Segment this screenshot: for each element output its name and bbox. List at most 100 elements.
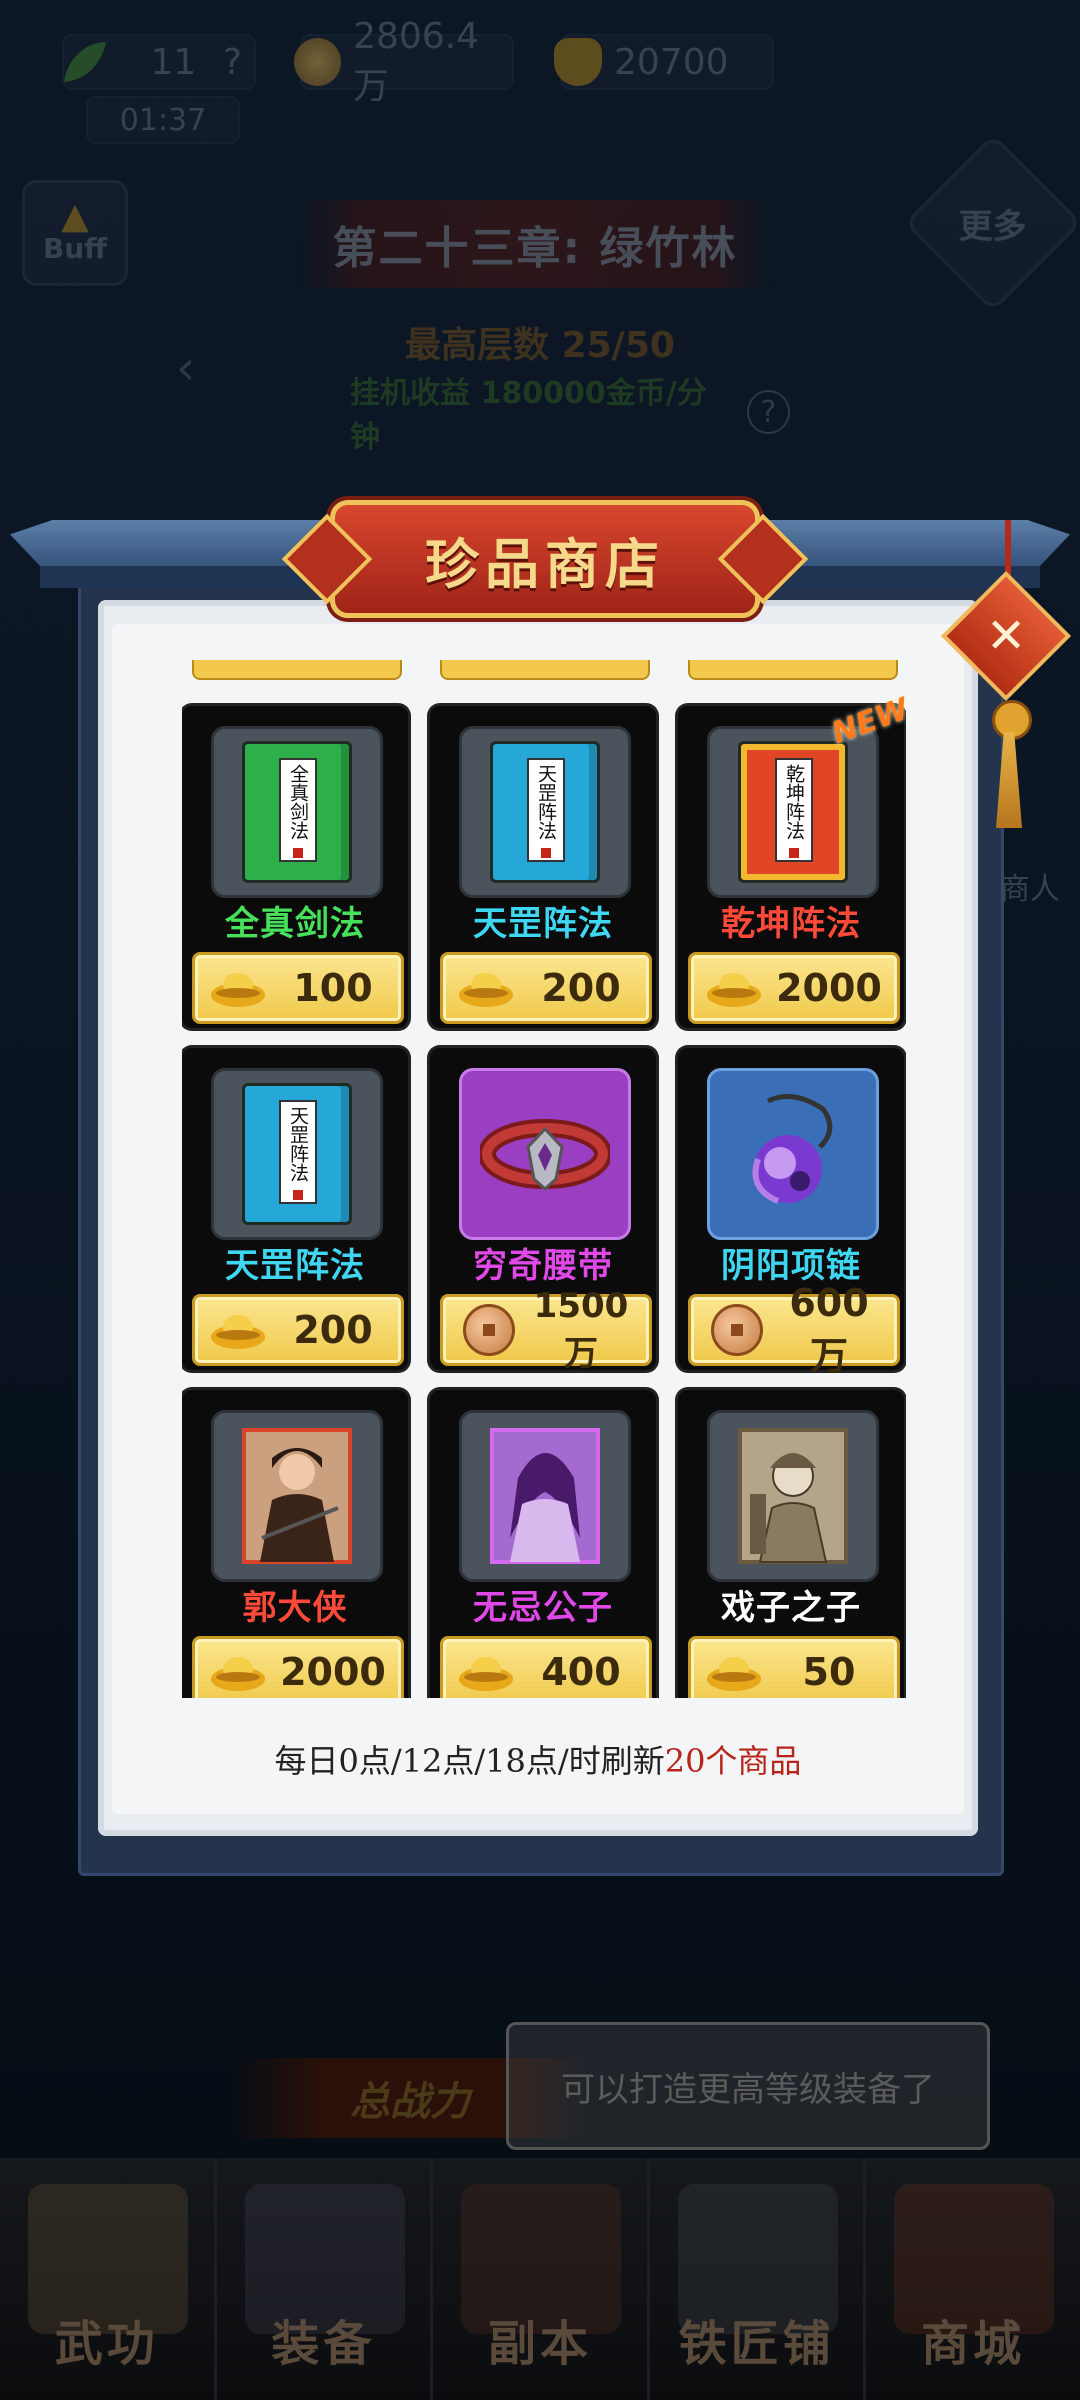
ingot-pill[interactable]: 20700 [554,34,774,90]
shop-item-card[interactable]: 戏子之子 50 [678,1390,904,1698]
buy-button[interactable]: 200 [192,1294,404,1366]
book-title: 天罡阵法 [279,1100,317,1204]
chapter-title: 第二十三章: 绿竹林 [332,223,738,274]
tab-equipment[interactable]: 装备 [216,2158,434,2400]
shop-title-text: 珍品商店 [425,531,665,596]
idle-income-row: 挂机收益 180000金币/分钟 ? [350,368,790,456]
item-icon-frame [459,1068,631,1240]
refresh-note-text: 每日0点/12点/18点/时刷新 [274,1742,665,1780]
buff-label: Buff [43,231,107,265]
prev-row-price-edge [688,660,898,680]
item-price: 2000 [280,1650,386,1694]
arrow-up-icon: ▲ [61,195,89,237]
shop-item-card[interactable]: 阴阳项链 600万 [678,1048,904,1378]
total-power-label: 总战力 [350,2079,470,2125]
prev-row-price-edge [192,660,402,680]
item-name: 郭大侠 [242,1588,348,1628]
ingot-icon [554,38,602,86]
shop-title: 珍品商店 [330,500,760,618]
item-price: 2000 [776,966,882,1010]
shop-item-card[interactable]: 无忌公子 400 [430,1390,656,1698]
ingot-icon [459,1657,513,1691]
tab-shop[interactable]: 商城 [866,2158,1080,2400]
buy-button[interactable]: 100 [192,952,404,1024]
item-price: 50 [802,1650,856,1694]
shop-item-card[interactable]: 郭大侠 2000 [182,1390,408,1698]
item-name: 无忌公子 [473,1588,613,1628]
martial-book-icon: 天罡阵法 [490,741,600,883]
hero-portrait-icon [242,1428,352,1564]
timer-pill: 01:37 [86,96,240,144]
shop-item-card[interactable]: 天罡阵法 天罡阵法 200 [430,706,656,1028]
coin-icon [294,38,342,86]
gold-value: 2806.4万 [353,15,480,107]
buy-button[interactable]: 400 [440,1636,652,1698]
leaf-icon [64,42,106,82]
shop-item-card[interactable]: 全真剑法 全真剑法 100 [182,706,408,1028]
buy-button[interactable]: 2000 [192,1636,404,1698]
necklace-icon [752,1094,833,1204]
close-icon: ✕ [985,608,1027,664]
refresh-note-count: 20个商品 [664,1742,802,1780]
item-name: 全真剑法 [225,904,365,944]
item-name: 天罡阵法 [225,1246,365,1286]
hero-portrait-icon [490,1428,600,1564]
buy-button[interactable]: 2000 [688,952,900,1024]
belt-icon [480,1119,610,1192]
martial-book-icon: 乾坤阵法 [738,741,848,883]
book-seal [293,1190,303,1200]
buy-button[interactable]: 50 [688,1636,900,1698]
shop-item-grid[interactable]: 全真剑法 全真剑法 100 天罡阵法 天罡阵法 200 乾坤阵法 NEW 乾坤阵… [182,660,906,1698]
buy-button[interactable]: 1500万 [440,1286,652,1374]
more-button[interactable]: 更多 [903,133,1080,313]
item-icon-frame: 天罡阵法 [211,1068,383,1240]
item-price: 200 [541,966,621,1010]
tab-dungeon[interactable]: 副本 [433,2158,650,2400]
item-price: 100 [293,966,373,1010]
stamina-timer: 01:37 [119,102,207,138]
prev-row-price-edge [440,660,650,680]
stamina-pill[interactable]: 11 ? [62,34,256,90]
tab-label: 装备 [271,2316,376,2372]
ingot-icon [211,1315,265,1349]
ingot-icon [707,973,761,1007]
shop-item-card[interactable]: 天罡阵法 天罡阵法 200 [182,1048,408,1370]
item-price: 1500万 [533,1285,629,1374]
stamina-value: 11 [150,41,197,83]
shop-item-card[interactable]: 乾坤阵法 NEW 乾坤阵法 2000 [678,692,906,1028]
item-icon-frame: 乾坤阵法 [707,726,879,898]
tab-label: 商城 [921,2316,1026,2372]
max-floor: 最高层数 25/50 [405,325,675,366]
buff-button[interactable]: ▲ Buff [22,180,128,286]
tab-label: 铁匠铺 [678,2316,835,2372]
tab-label: 武功 [54,2316,159,2372]
ingot-icon [211,973,265,1007]
book-seal [293,848,303,858]
book-title: 乾坤阵法 [775,758,813,862]
coin-icon [463,1304,515,1356]
book-seal [541,848,551,858]
tab-blacksmith[interactable]: 铁匠铺 [649,2158,867,2400]
ingot-icon [459,973,513,1007]
chapter-title-banner: 第二十三章: 绿竹林 [300,200,770,288]
stamina-help-icon[interactable]: ? [223,42,242,83]
income-help-icon[interactable]: ? [746,390,790,434]
tab-label: 副本 [487,2316,592,2372]
side-npc-label[interactable]: 商人 [1000,864,1060,908]
toast-message: 可以打造更高等级装备了 [506,2022,990,2150]
book-title: 天罡阵法 [527,758,565,862]
tab-martial-arts[interactable]: 武功 [0,2158,217,2400]
buy-button[interactable]: 600万 [688,1281,900,1378]
coin-icon [711,1304,763,1356]
item-name: 天罡阵法 [473,904,613,944]
item-price: 400 [541,1650,621,1694]
item-price: 600万 [789,1280,869,1378]
book-title: 全真剑法 [279,758,317,862]
item-icon-frame [211,1410,383,1582]
book-seal [789,848,799,858]
item-icon-frame [707,1068,879,1240]
shop-item-card[interactable]: 穷奇腰带 1500万 [430,1048,656,1374]
gold-pill[interactable]: 2806.4万 [294,16,514,107]
buy-button[interactable]: 200 [440,952,652,1024]
bottom-tab-bar: 武功 装备 副本 铁匠铺 商城 [0,2158,1080,2400]
